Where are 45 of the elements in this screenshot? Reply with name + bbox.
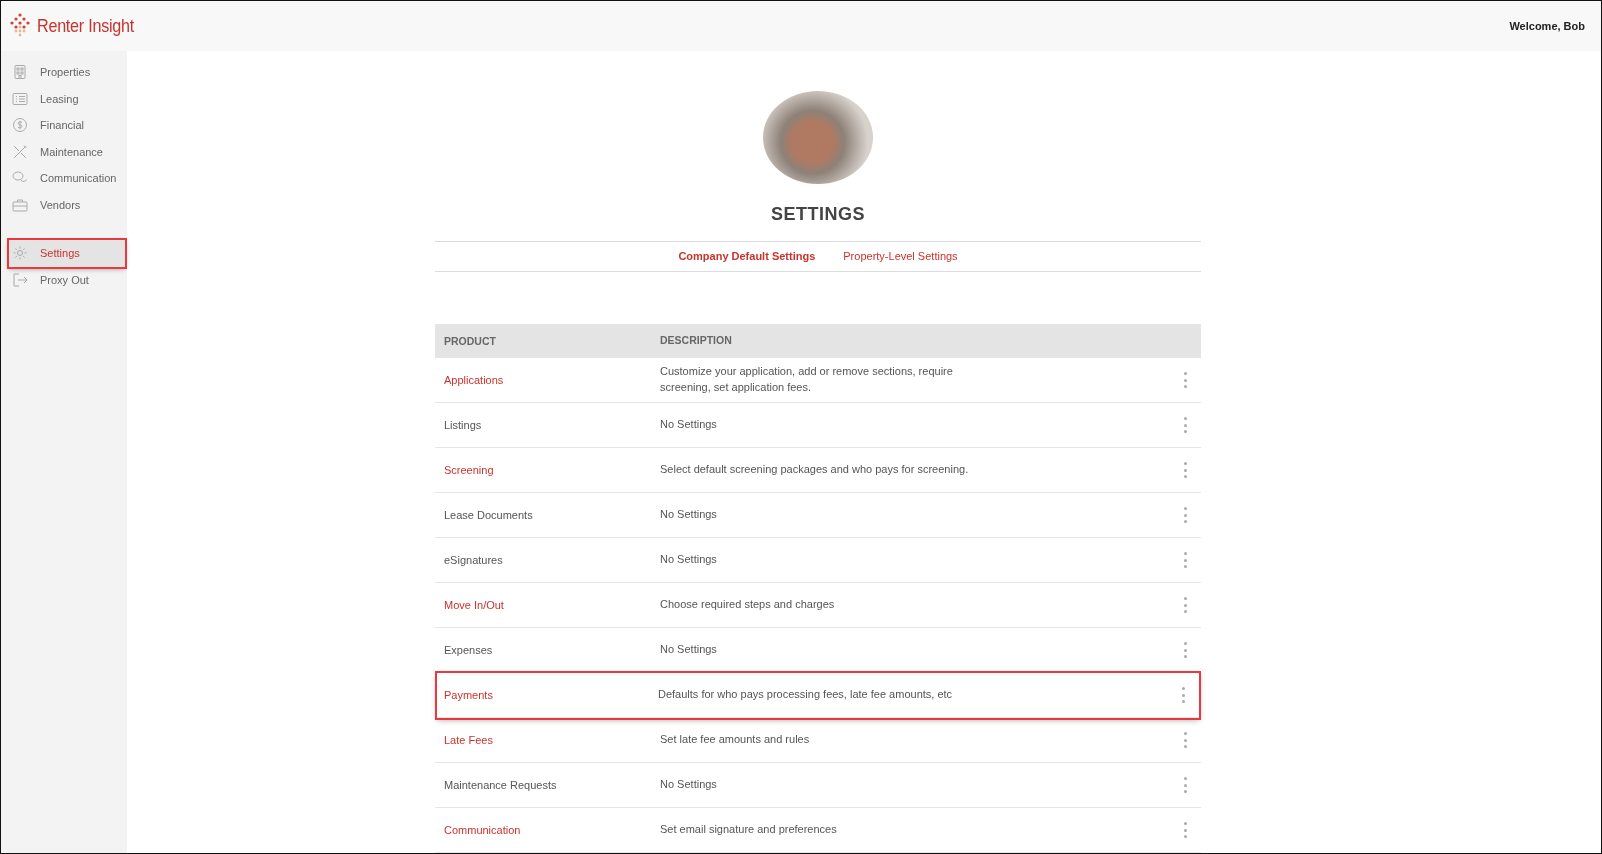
tab[interactable]: Property-Level Settings (843, 250, 958, 263)
list-icon (12, 90, 28, 107)
product-name: Expenses (443, 644, 494, 656)
product-link[interactable]: Communication (435, 824, 660, 836)
product-name: Listings (443, 419, 483, 431)
sidebar-item[interactable]: Vendors (1, 191, 127, 218)
sidebar-item[interactable]: Settings (9, 240, 125, 267)
tab[interactable]: Company Default Settings (678, 250, 816, 263)
description-text: No Settings (660, 642, 718, 658)
briefcase-icon (12, 196, 28, 213)
sidebar-item[interactable]: Proxy Out (1, 266, 127, 293)
dollar-icon (12, 117, 28, 134)
logo-text: Renter Insight (37, 15, 134, 37)
gear-icon (12, 245, 28, 262)
description-text: Customize your application, add or remove sections, require screening, set application fees. (660, 364, 954, 395)
sidebar-item[interactable]: Properties (1, 59, 127, 86)
description-text: Choose required steps and charges (660, 597, 836, 613)
welcome-text: Welcome, Bob (1509, 20, 1585, 32)
column-header: PRODUCT (443, 335, 497, 347)
column-header: DESCRIPTION (660, 333, 733, 349)
description-text: Defaults for who pays processing fees, late fee amounts, etc (658, 687, 954, 703)
building-icon (12, 64, 28, 81)
description-text: No Settings (660, 417, 718, 433)
description-text: No Settings (660, 507, 718, 523)
description-text: No Settings (660, 552, 718, 568)
diamond-dots-logo-icon (9, 13, 31, 39)
product-link[interactable]: Applications (435, 374, 660, 386)
tools-icon (12, 143, 28, 160)
description-text: Set late fee amounts and rules (660, 732, 811, 748)
sidebar-item[interactable]: Financial (1, 112, 127, 139)
product-link[interactable]: Late Fees (435, 734, 660, 746)
description-text: Select default screening packages and who pays for screening. (660, 462, 970, 478)
product-link[interactable]: Move In/Out (435, 599, 660, 611)
description-text: Set email signature and preferences (660, 822, 838, 838)
product-name: Lease Documents (443, 509, 534, 521)
sidebar-item[interactable]: Leasing (1, 85, 127, 112)
sidebar-item[interactable]: Maintenance (1, 138, 127, 165)
product-link[interactable]: Payments (437, 689, 658, 701)
product-link[interactable]: Screening (435, 464, 660, 476)
sidebar-item[interactable]: Communication (1, 165, 127, 192)
product-name: eSignatures (443, 554, 504, 566)
description-text: No Settings (660, 777, 718, 793)
exit-icon (12, 271, 28, 288)
page-title: SETTINGS (770, 203, 866, 225)
product-name: Maintenance Requests (443, 779, 558, 791)
